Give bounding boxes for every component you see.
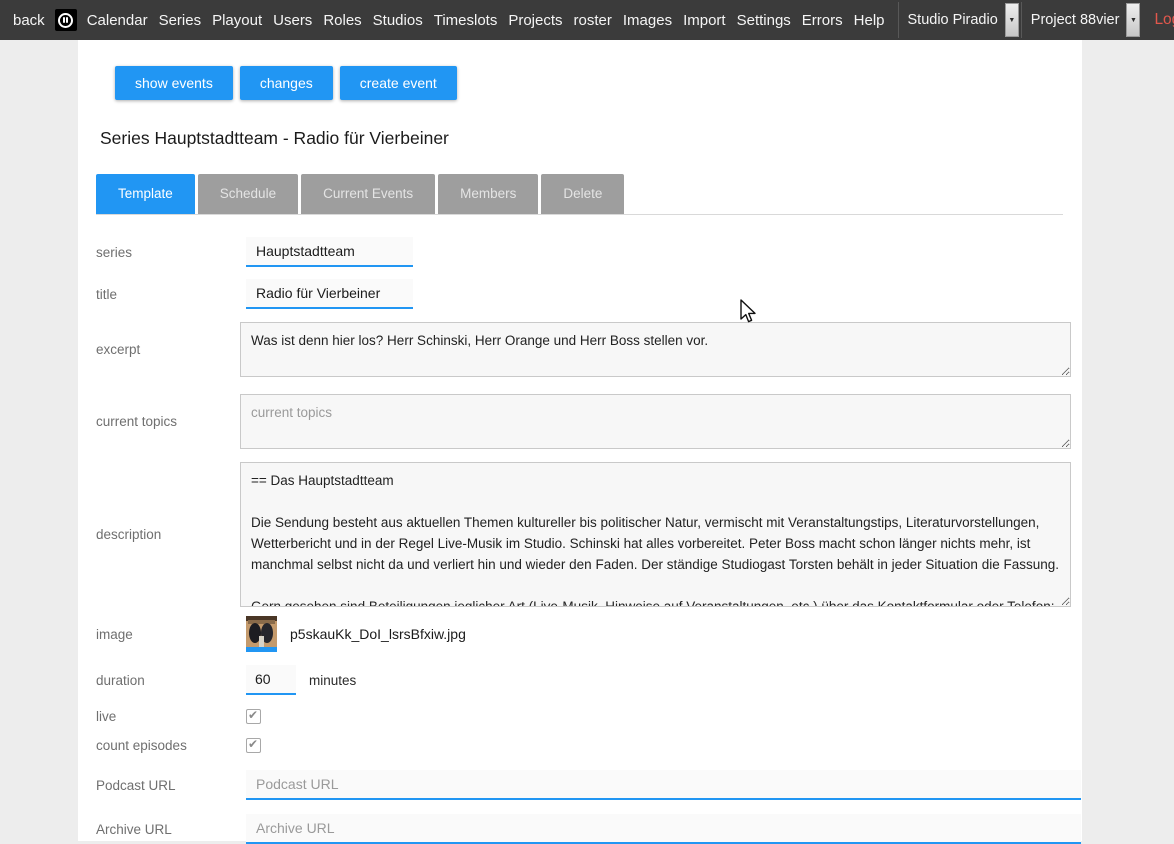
- nav-item-users[interactable]: Users: [273, 12, 312, 29]
- image-label: image: [96, 627, 240, 642]
- title-label: title: [96, 287, 240, 302]
- archive-url-label: Archive URL: [96, 822, 240, 837]
- nav-item-roster[interactable]: roster: [574, 12, 612, 29]
- live-checkbox[interactable]: [246, 709, 261, 724]
- duration-unit-label: minutes: [309, 673, 356, 688]
- duration-input[interactable]: [246, 665, 296, 695]
- pause-circle-icon: [58, 13, 73, 28]
- nav-item-settings[interactable]: Settings: [737, 12, 791, 29]
- podcast-url-input[interactable]: [246, 770, 1081, 800]
- tab-members[interactable]: Members: [438, 174, 538, 214]
- project-select-value: Project 88vier: [1031, 12, 1120, 28]
- studio-select-arrow-button[interactable]: ▼: [1005, 3, 1019, 37]
- series-input[interactable]: [246, 237, 413, 267]
- create-event-button[interactable]: create event: [340, 66, 457, 100]
- nav-item-help[interactable]: Help: [854, 12, 885, 29]
- tab-template[interactable]: Template: [96, 174, 195, 214]
- page-title: Series Hauptstadtteam - Radio für Vierbe…: [100, 128, 1082, 149]
- nav-item-images[interactable]: Images: [623, 12, 672, 29]
- nav-item-import[interactable]: Import: [683, 12, 726, 29]
- archive-url-input[interactable]: [246, 814, 1081, 844]
- live-label: live: [96, 709, 240, 724]
- nav-item-series[interactable]: Series: [159, 12, 202, 29]
- content-card: show events changes create event Series …: [78, 40, 1082, 841]
- studio-select-value: Studio Piradio: [908, 12, 998, 28]
- tab-current-events[interactable]: Current Events: [301, 174, 435, 214]
- tab-bar: Template Schedule Current Events Members…: [96, 174, 1063, 215]
- changes-button[interactable]: changes: [240, 66, 333, 100]
- duration-label: duration: [96, 673, 240, 688]
- chevron-down-icon: ▼: [1008, 17, 1015, 24]
- nav-item-playout[interactable]: Playout: [212, 12, 262, 29]
- toolbar: show events changes create event: [78, 40, 1082, 100]
- nav-item-studios[interactable]: Studios: [373, 12, 423, 29]
- studio-select[interactable]: Studio Piradio ▼: [898, 2, 1019, 38]
- series-image-thumbnail[interactable]: [246, 616, 277, 652]
- nav-item-projects[interactable]: Projects: [508, 12, 562, 29]
- nav-back-link[interactable]: back: [13, 12, 45, 29]
- nav-item-timeslots[interactable]: Timeslots: [434, 12, 498, 29]
- title-input[interactable]: [246, 279, 413, 309]
- project-select-arrow-button[interactable]: ▼: [1126, 3, 1140, 37]
- nav-item-roles[interactable]: Roles: [323, 12, 361, 29]
- current-topics-label: current topics: [96, 414, 240, 429]
- tab-delete[interactable]: Delete: [541, 174, 624, 214]
- excerpt-label: excerpt: [96, 342, 240, 357]
- nav-item-calendar[interactable]: Calendar: [87, 12, 148, 29]
- count-episodes-label: count episodes: [96, 738, 240, 753]
- podcast-url-label: Podcast URL: [96, 778, 240, 793]
- app-logo-icon[interactable]: [55, 9, 77, 31]
- project-select[interactable]: Project 88vier ▼: [1021, 2, 1141, 38]
- current-topics-textarea[interactable]: [240, 394, 1071, 449]
- tab-schedule[interactable]: Schedule: [198, 174, 298, 214]
- image-filename: p5skauKk_DoI_lsrsBfxiw.jpg: [290, 626, 466, 642]
- chevron-down-icon: ▼: [1130, 17, 1137, 24]
- excerpt-textarea[interactable]: Was ist denn hier los? Herr Schinski, He…: [240, 322, 1071, 377]
- top-nav: back Calendar Series Playout Users Roles…: [0, 0, 1174, 40]
- description-label: description: [96, 527, 240, 542]
- count-episodes-checkbox[interactable]: [246, 738, 261, 753]
- logout-link[interactable]: Logout: [1154, 11, 1174, 29]
- description-textarea[interactable]: == Das Hauptstadtteam Die Sendung besteh…: [240, 462, 1071, 607]
- nav-item-errors[interactable]: Errors: [802, 12, 843, 29]
- page-background: show events changes create event Series …: [0, 40, 1174, 841]
- show-events-button[interactable]: show events: [115, 66, 233, 100]
- series-label: series: [96, 245, 240, 260]
